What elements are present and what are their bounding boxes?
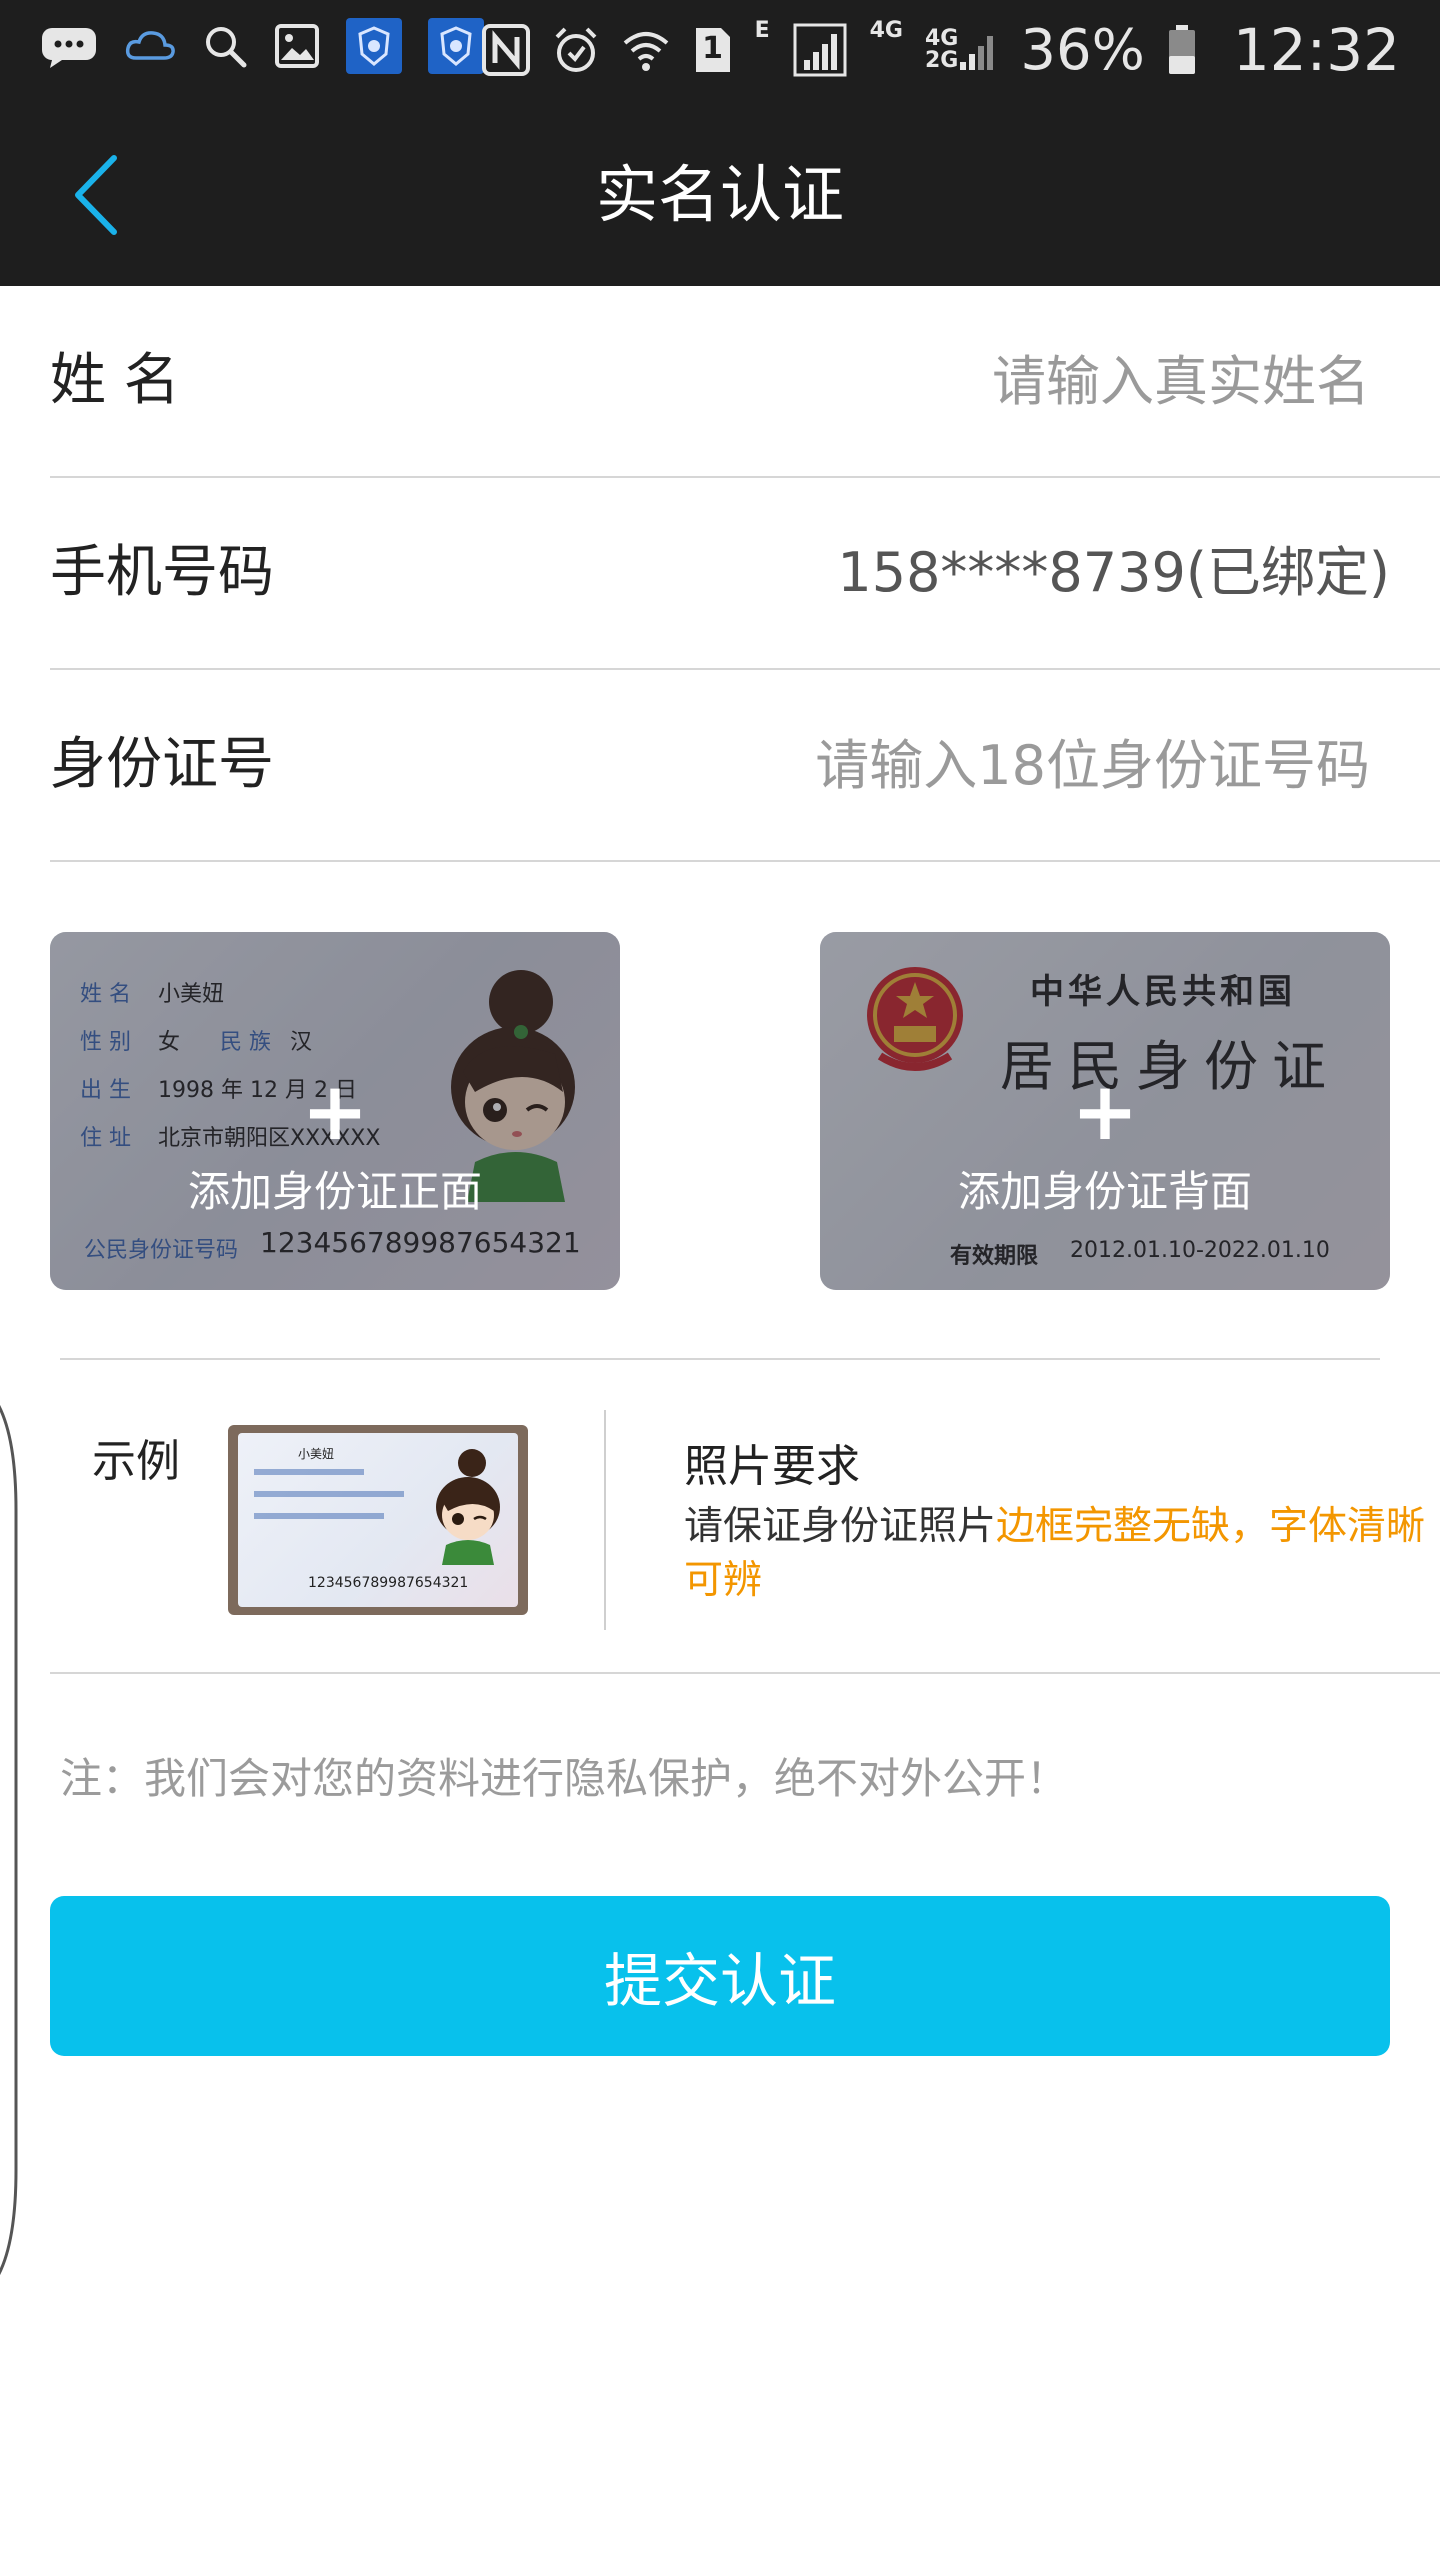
id-number-row: 身份证号 — [50, 670, 1440, 862]
app-badge-icon — [428, 18, 484, 74]
requirements-title: 照片要求 — [684, 1441, 860, 1492]
requirements-text-normal: 请保证身份证照片 — [684, 1504, 997, 1549]
upload-front-card[interactable]: 姓 名 小美妞 性 别 女 民 族 汉 出 生 1998 年 12 月 2 日 … — [50, 932, 620, 1290]
add-front-plus-icon: + — [301, 1065, 369, 1158]
status-bar-right: 1 E 4G 4G 2G 36% 12:32 — [481, 10, 1400, 90]
app-root: 1 E 4G 4G 2G 36% 12:32 实名认证 姓 名 请输入真实姓名 … — [0, 0, 1440, 2560]
status-bar-left — [40, 18, 484, 74]
network-type-2g-bottom: 2G — [925, 48, 959, 73]
example-card-id: 123456789987654321 — [308, 1575, 469, 1591]
example-card-line — [254, 1513, 384, 1519]
sim-icon: 1 — [693, 25, 733, 75]
section-divider — [60, 1358, 1380, 1360]
privacy-note: 注：我们会对您的资料进行隐私保护，绝不对外公开！ — [60, 1754, 1069, 1803]
example-separator — [604, 1410, 606, 1630]
name-input[interactable] — [470, 341, 1370, 421]
header-bar: 实名认证 — [0, 100, 1440, 286]
example-label: 示例 — [92, 1436, 180, 1487]
requirements-text: 请保证身份证照片边框完整无缺，字体清晰可辨 — [684, 1500, 1440, 1608]
alarm-icon — [553, 25, 599, 75]
image-icon — [274, 23, 320, 69]
network-type-e: E — [754, 18, 770, 43]
clock-time: 12:32 — [1232, 16, 1400, 84]
id-number-input[interactable] — [470, 725, 1370, 805]
submit-button[interactable]: 提交认证 — [50, 1896, 1390, 2056]
edge-handle — [0, 1405, 18, 2275]
battery-icon — [1167, 24, 1197, 76]
nfc-icon — [481, 23, 531, 77]
id-number-label: 身份证号 — [50, 732, 274, 797]
section-divider — [50, 1672, 1440, 1674]
status-bar: 1 E 4G 4G 2G 36% 12:32 — [0, 0, 1440, 100]
signal-icon — [792, 22, 848, 78]
example-card-line — [254, 1491, 404, 1497]
add-back-caption: 添加身份证背面 — [957, 1167, 1252, 1216]
battery-percent: 36% — [1020, 17, 1145, 83]
phone-row: 手机号码 158****8739(已绑定) — [50, 478, 1440, 670]
example-cartoon-icon — [436, 1449, 500, 1565]
network-type-4g: 4G — [869, 18, 903, 43]
name-row: 姓 名 — [50, 286, 1440, 478]
page-title: 实名认证 — [595, 158, 844, 231]
add-front-caption: 添加身份证正面 — [187, 1167, 482, 1216]
network-type-4g-top: 4G — [925, 26, 959, 51]
phone-value: 158****8739(已绑定) — [837, 541, 1390, 604]
example-card-line — [254, 1469, 364, 1475]
example-id-card-image: 小美妞 123456789987654321 — [228, 1425, 528, 1615]
phone-label: 手机号码 — [50, 540, 274, 605]
cloud-icon — [124, 26, 176, 66]
name-label: 姓 名 — [50, 348, 180, 413]
upload-back-card[interactable]: 中华人民共和国 居民身份证 有效期限 2012.01.10-2022.01.10… — [820, 932, 1390, 1290]
signal-bars-icon — [960, 36, 994, 70]
app-badge-icon — [346, 18, 402, 74]
search-icon — [202, 23, 248, 69]
network-type-dual: 4G 2G — [925, 28, 998, 72]
sim-slot-number: 1 — [702, 31, 724, 66]
add-back-plus-icon: + — [1071, 1065, 1139, 1158]
example-card-name: 小美妞 — [298, 1447, 335, 1461]
chat-icon — [40, 24, 98, 68]
wifi-icon — [621, 25, 671, 75]
